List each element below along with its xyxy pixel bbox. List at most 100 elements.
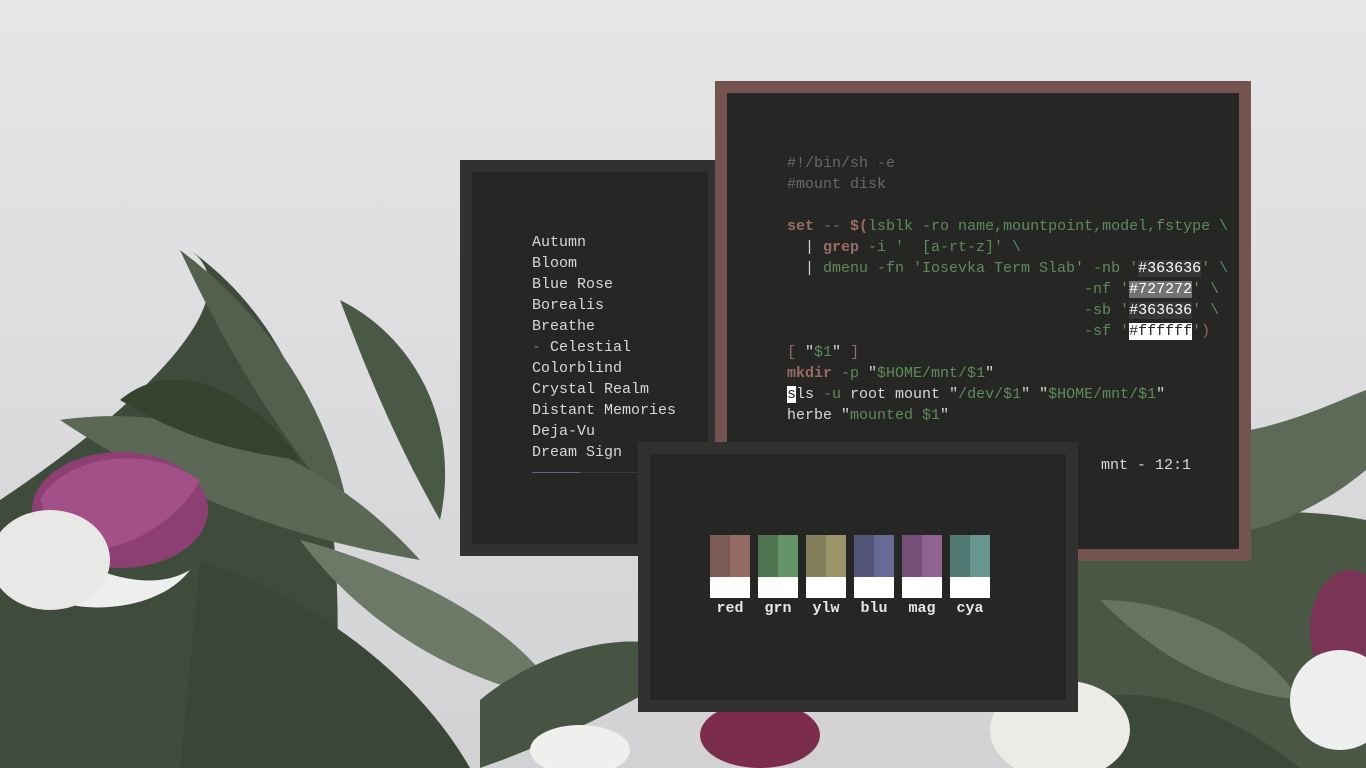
theme-list-item-label: Deja-Vu — [532, 423, 596, 440]
swatch-label: blu — [860, 600, 888, 617]
code-token: " — [841, 407, 851, 424]
swatch-color-block — [710, 535, 750, 577]
swatch-color-block — [806, 535, 846, 577]
swatch-label: red — [716, 600, 744, 617]
swatch-grn: grn — [758, 535, 798, 617]
theme-list-item[interactable]: - Celestial — [532, 337, 676, 358]
theme-list-item-label: Crystal Realm — [532, 381, 650, 398]
code-line: #mount disk — [787, 174, 1228, 195]
swatch-light-shade — [730, 535, 750, 577]
swatch-label: ylw — [812, 600, 840, 617]
swatch-light-shade — [778, 535, 798, 577]
theme-list-item[interactable]: Blue Rose — [532, 274, 676, 295]
code-line: -sb '#363636' \ — [787, 300, 1228, 321]
theme-list: Autumn Bloom Blue Rose Borealis Breathe - Cel… — [532, 232, 676, 463]
code-token: /dev/$1 — [958, 386, 1022, 403]
swatch-cya: cya — [950, 535, 990, 617]
theme-list-item[interactable]: Distant Memories — [532, 400, 676, 421]
code-token: $HOME/mnt/$1 — [1048, 386, 1157, 403]
color-palette-content: red grn ylw blu mag cya — [650, 454, 1066, 700]
theme-list-item[interactable]: Borealis — [532, 295, 676, 316]
swatch-white-block — [806, 577, 846, 598]
swatch-white-block — [758, 577, 798, 598]
code-token: ' \ — [1192, 302, 1220, 319]
swatch-blu: blu — [854, 535, 894, 617]
code-line: -nf '#727272' \ — [787, 279, 1228, 300]
swatch-dark-shade — [806, 535, 826, 577]
swatch-light-shade — [826, 535, 846, 577]
code-token: #363636 — [1138, 260, 1202, 277]
code-token: -p — [832, 365, 869, 382]
theme-list-item[interactable]: Deja-Vu — [532, 421, 676, 442]
code-token: -nf ' — [787, 281, 1130, 298]
swatch-red: red — [710, 535, 750, 617]
theme-list-item-label: Celestial — [550, 339, 632, 356]
selection-marker: - — [532, 339, 551, 356]
swatch-white-block — [854, 577, 894, 598]
code-token: #727272 — [1129, 281, 1193, 298]
color-palette-window[interactable]: red grn ylw blu mag cya — [638, 442, 1078, 712]
code-token: set — [787, 218, 815, 235]
theme-list-item-label: Breathe — [532, 318, 596, 335]
code-token: " — [832, 344, 842, 361]
swatch-label: grn — [764, 600, 792, 617]
swatch-light-shade — [922, 535, 942, 577]
code-token: " — [805, 344, 815, 361]
code-token: dmenu -fn 'Iosevka Term Slab' -nb ' — [823, 260, 1139, 277]
code-token: -sf ' — [787, 323, 1130, 340]
code-line: sls -u root mount "/dev/$1" "$HOME/mnt/$… — [787, 384, 1228, 405]
theme-list-item[interactable]: Bloom — [532, 253, 676, 274]
editor-status-line: mnt - 12:1 — [1100, 457, 1191, 474]
theme-list-item-label: Blue Rose — [532, 276, 614, 293]
code-token: | — [787, 239, 824, 256]
code-token: $( — [850, 218, 869, 235]
swatch-color-block — [854, 535, 894, 577]
color-swatches: red grn ylw blu mag cya — [710, 535, 998, 617]
code-line: | dmenu -fn 'Iosevka Term Slab' -nb '#36… — [787, 258, 1228, 279]
code-token: " — [949, 386, 959, 403]
script-editor[interactable]: #!/bin/sh -e #mount disk set -- $(lsblk -… — [787, 153, 1228, 426]
theme-list-item[interactable]: Colorblind — [532, 358, 676, 379]
swatch-light-shade — [874, 535, 894, 577]
list-scroll-indicator-fill — [532, 472, 581, 473]
code-line: set -- $(lsblk -ro name,mountpoint,model… — [787, 216, 1228, 237]
swatch-color-block — [902, 535, 942, 577]
code-token: -u — [814, 386, 851, 403]
code-token: | — [787, 260, 824, 277]
code-token: ') — [1192, 323, 1211, 340]
code-token: grep — [823, 239, 860, 256]
theme-list-item-label: Bloom — [532, 255, 578, 272]
code-token: " " — [1021, 386, 1049, 403]
code-line: [ "$1" ] — [787, 342, 1228, 363]
code-line: herbe "mounted $1" — [787, 405, 1228, 426]
code-token: -i ' [a-rt-z]' \ — [859, 239, 1022, 256]
code-line: mkdir -p "$HOME/mnt/$1" — [787, 363, 1228, 384]
theme-list-item-label: Autumn — [532, 234, 587, 251]
theme-list-item[interactable]: Autumn — [532, 232, 676, 253]
swatch-white-block — [710, 577, 750, 598]
theme-list-item-label: Dream Sign — [532, 444, 623, 461]
code-token: " — [940, 407, 950, 424]
code-token: ls — [796, 386, 815, 403]
swatch-white-block — [950, 577, 990, 598]
theme-list-item[interactable]: Breathe — [532, 316, 676, 337]
swatch-label: mag — [908, 600, 936, 617]
code-token: [ — [787, 344, 806, 361]
code-token: $1 — [814, 344, 833, 361]
theme-list-item[interactable]: Crystal Realm — [532, 379, 676, 400]
code-token: ' \ — [1192, 281, 1220, 298]
swatch-color-block — [950, 535, 990, 577]
code-token: #ffffff — [1129, 323, 1193, 340]
code-token: mkdir — [787, 365, 833, 382]
code-token: mounted $1 — [850, 407, 941, 424]
swatch-dark-shade — [902, 535, 922, 577]
swatch-label: cya — [956, 600, 984, 617]
list-scroll-indicator — [532, 472, 642, 473]
swatch-dark-shade — [950, 535, 970, 577]
code-token: #363636 — [1129, 302, 1193, 319]
swatch-white-block — [902, 577, 942, 598]
code-token: root mount — [850, 386, 950, 403]
text-cursor: s — [787, 386, 797, 403]
swatch-dark-shade — [854, 535, 874, 577]
